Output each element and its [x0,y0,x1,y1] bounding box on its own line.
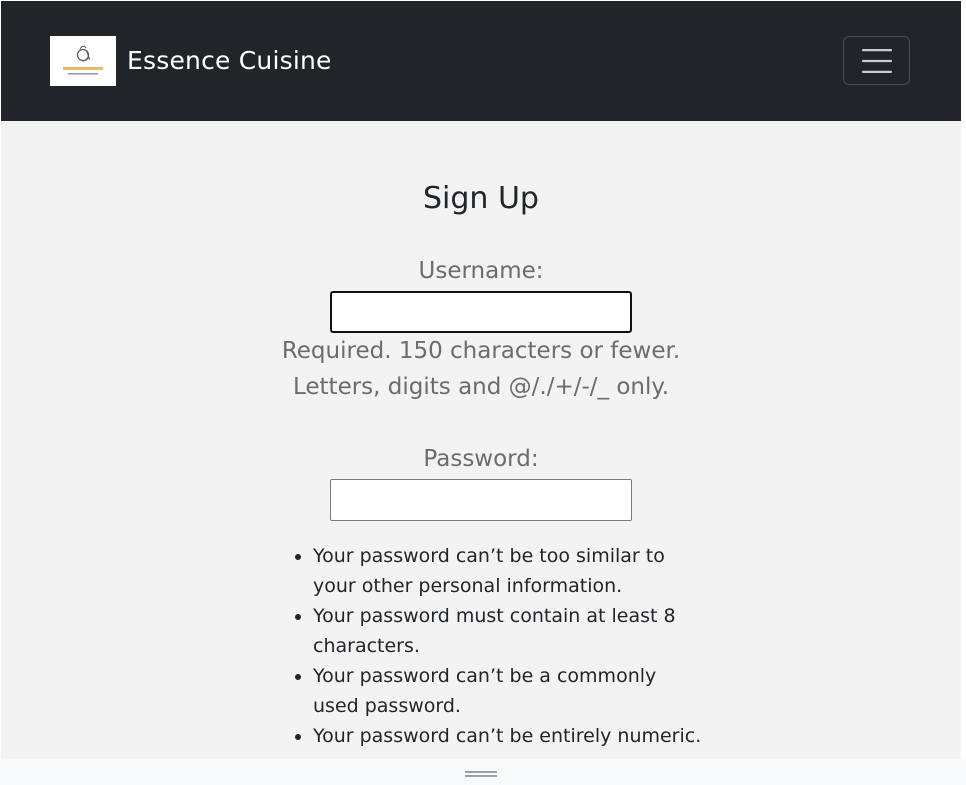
hamburger-menu-icon [861,48,892,73]
username-help-line-2: Letters, digits and @/./+/-/_ only. [292,374,670,400]
username-label: Username: [418,258,544,284]
password-rule: Your password can’t be a commonly used p… [313,661,703,721]
password-rules-list: Your password can’t be too similar to yo… [293,541,703,751]
password-rule: Your password can’t be entirely numeric. [313,721,703,751]
username-input[interactable] [330,291,632,333]
password-input[interactable] [330,479,632,521]
username-help-line-1: Required. 150 characters or fewer. [281,338,681,364]
brand-name: Essence Cuisine [127,46,332,75]
essence-cuisine-logo-icon [50,36,116,86]
brand-link[interactable]: Essence Cuisine [50,36,332,86]
navbar-toggler-button[interactable] [843,36,910,85]
navbar: Essence Cuisine [1,1,961,121]
password-rule: Your password can’t be too similar to yo… [313,541,703,601]
password-label: Password: [423,446,539,472]
bottom-bar [0,759,966,785]
page-title: Sign Up [423,181,539,216]
password-rule: Your password must contain at least 8 ch… [313,601,703,661]
drag-handle-icon[interactable] [465,771,497,777]
page-viewport: Essence Cuisine Sign Up Username: Requir… [1,1,961,759]
